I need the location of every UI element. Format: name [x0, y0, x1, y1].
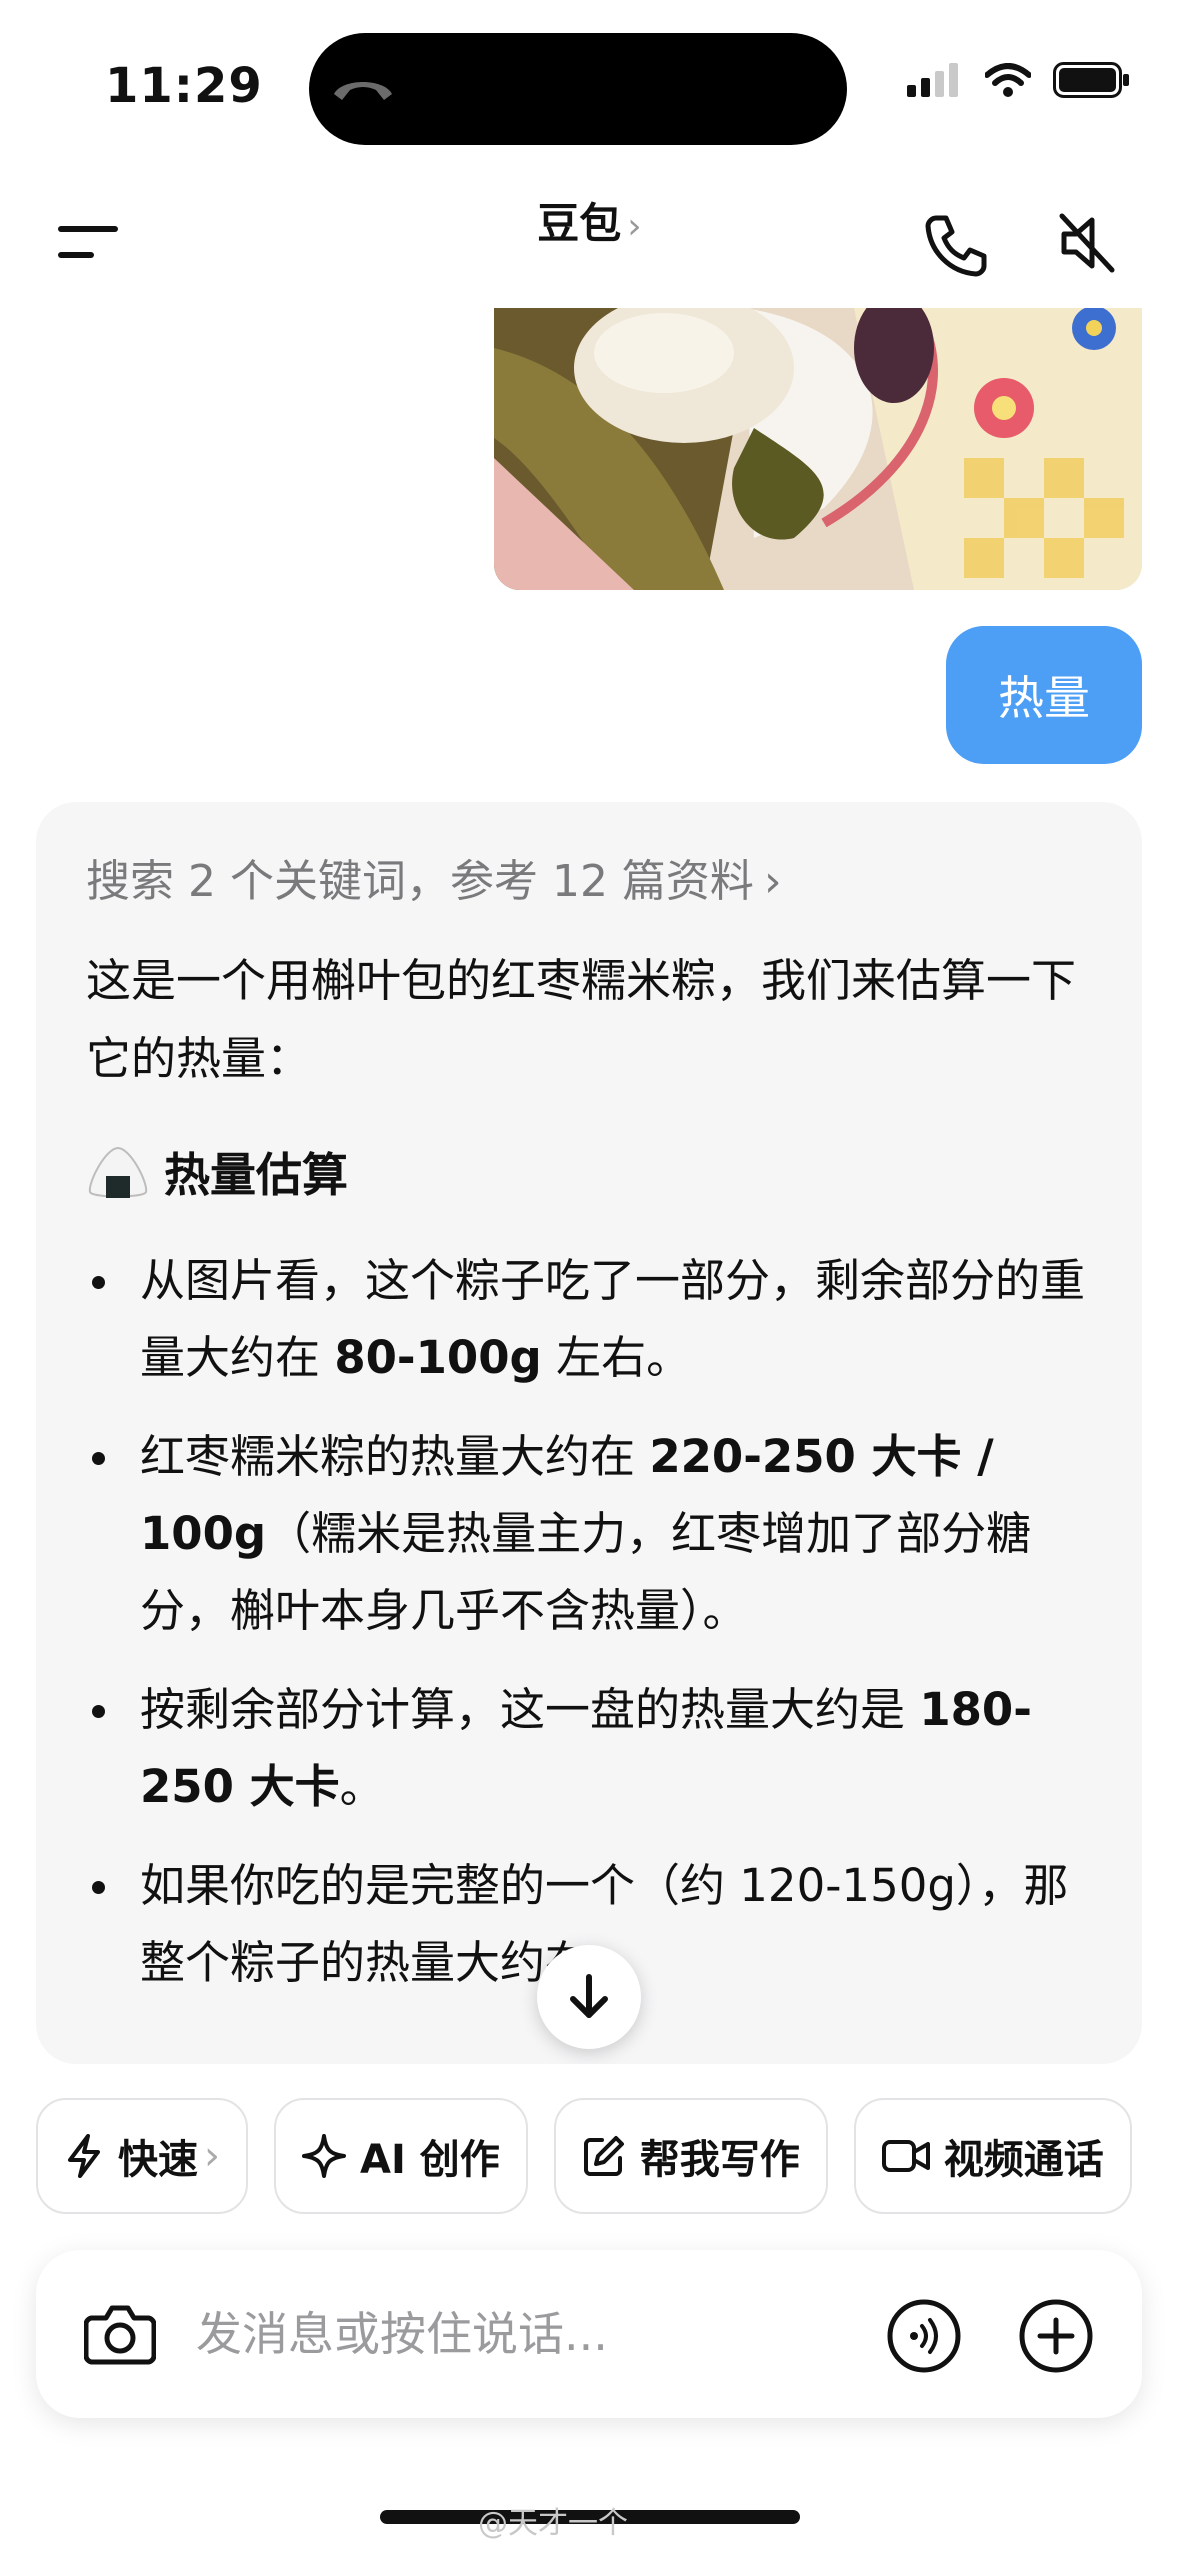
list-item: 红枣糯米粽的热量大约在 220-250 大卡 / 100g（糯米是热量主力，红枣…	[86, 1418, 1096, 1649]
status-time: 11:29	[105, 58, 263, 114]
section-title: 热量估算	[164, 1148, 348, 1202]
lightning-icon	[68, 2134, 100, 2178]
phone-call-icon[interactable]	[922, 212, 988, 278]
bullet-list: 从图片看，这个粽子吃了一部分，剩余部分的重量大约在 80-100g 左右。 红枣…	[86, 1242, 1096, 2001]
voice-input-icon[interactable]	[886, 2298, 962, 2374]
video-camera-icon	[881, 2140, 930, 2172]
bullet-text: 红枣糯米粽的热量大约在	[140, 1430, 650, 1483]
quick-actions: 快速 › AI 创作 帮我写作 视频通话	[36, 2098, 1132, 2214]
chip-label: 帮我写作	[639, 2137, 800, 2183]
chip-label: 视频通话	[943, 2137, 1104, 2183]
ai-create-chip[interactable]: AI 创作	[274, 2098, 528, 2214]
bullet-text: 按剩余部分计算，这一盘的热量大约是	[140, 1683, 920, 1736]
zongzi-photo[interactable]	[494, 308, 1142, 590]
search-chevron-icon: ›	[763, 856, 782, 907]
quick-mode-chip[interactable]: 快速 ›	[36, 2098, 248, 2214]
chip-chevron-icon: ›	[204, 2133, 220, 2179]
list-item: 按剩余部分计算，这一盘的热量大约是 180-250 大卡。	[86, 1671, 1096, 1825]
message-input[interactable]	[196, 2294, 756, 2374]
video-call-chip[interactable]: 视频通话	[853, 2098, 1132, 2214]
search-sources-link[interactable]: 搜索 2 个关键词，参考 12 篇资料 ›	[86, 846, 1096, 918]
title-chevron-icon: ›	[627, 206, 642, 247]
scroll-to-bottom-button[interactable]	[537, 1945, 641, 2049]
cellular-signal-icon	[907, 63, 958, 97]
page-title: 豆包	[537, 199, 622, 248]
wifi-icon	[985, 63, 1031, 97]
camera-icon[interactable]	[84, 2302, 156, 2366]
call-end-icon	[334, 82, 392, 100]
search-summary-text: 搜索 2 个关键词，参考 12 篇资料	[86, 856, 754, 907]
edit-icon	[583, 2136, 624, 2176]
battery-icon	[1053, 62, 1129, 98]
write-for-me-chip[interactable]: 帮我写作	[553, 2098, 828, 2214]
add-icon[interactable]	[1018, 2298, 1094, 2374]
chat-title[interactable]: 豆包 ›	[0, 190, 1179, 251]
user-message-bubble[interactable]: 热量	[946, 626, 1142, 764]
onigiri-icon	[88, 1146, 148, 1198]
bullet-text: 左右。	[541, 1331, 692, 1384]
ai-reply-card: 搜索 2 个关键词，参考 12 篇资料 › 这是一个用槲叶包的红枣糯米粽，我们来估…	[36, 802, 1142, 2064]
status-icons	[907, 62, 1131, 98]
bullet-bold: 80-100g	[334, 1331, 542, 1384]
section-heading: 热量估算	[86, 1132, 1096, 1212]
chip-label: AI 创作	[360, 2137, 500, 2183]
arrow-down-icon	[570, 1974, 608, 2018]
list-item: 从图片看，这个粽子吃了一部分，剩余部分的重量大约在 80-100g 左右。	[86, 1242, 1096, 1396]
bullet-text: 。	[339, 1760, 385, 1813]
watermark: @天才一个	[478, 2506, 628, 2541]
message-composer	[36, 2250, 1142, 2418]
bullet-text: （糯米是热量主力，红枣增加了部分糖分，槲叶本身几乎不含热量）。	[140, 1507, 1032, 1637]
sparkle-icon	[302, 2134, 346, 2178]
chip-label: 快速	[118, 2137, 198, 2183]
reply-intro: 这是一个用槲叶包的红枣糯米粽，我们来估算一下它的热量：	[86, 954, 1077, 1085]
speaker-mute-icon[interactable]	[1056, 210, 1118, 276]
